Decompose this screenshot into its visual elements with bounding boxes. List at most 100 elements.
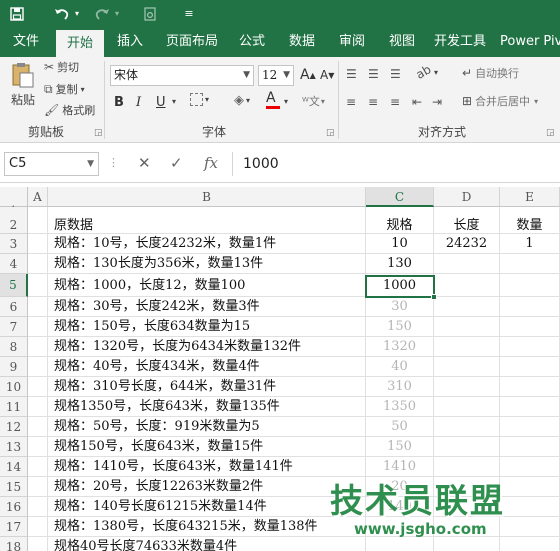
cell-e10[interactable] xyxy=(500,377,560,397)
cell-e11[interactable] xyxy=(500,397,560,417)
increase-indent-button[interactable]: ⇥ xyxy=(432,95,445,109)
row-header[interactable]: 6 xyxy=(0,297,28,317)
align-right-button[interactable]: ≡ xyxy=(390,95,403,109)
cell-e8[interactable] xyxy=(500,337,560,357)
row-header[interactable]: 12 xyxy=(0,417,28,437)
name-box[interactable]: C5 ▼ xyxy=(4,152,99,176)
cell-b11[interactable]: 规格1350号，长度643米，数量135件 xyxy=(48,397,366,417)
cell-d10[interactable] xyxy=(434,377,500,397)
cell-e16[interactable] xyxy=(500,497,560,517)
cell-a14[interactable] xyxy=(28,457,48,477)
paste-button[interactable]: 粘贴 xyxy=(8,61,38,108)
cut-button[interactable]: ✂ 剪切 xyxy=(44,59,79,75)
cell-e18[interactable] xyxy=(500,537,560,551)
cell-a11[interactable] xyxy=(28,397,48,417)
tab-power-pivot[interactable]: Power Piv xyxy=(500,27,560,57)
customize-icon[interactable]: ≡ xyxy=(182,0,196,27)
cell-e14[interactable] xyxy=(500,457,560,477)
font-color-button[interactable]: A xyxy=(266,91,280,109)
redo-icon[interactable] xyxy=(92,0,112,27)
tab-insert[interactable]: 插入 xyxy=(108,27,152,57)
cell-b6[interactable]: 规格：30号，长度242米，数量3件 xyxy=(48,297,366,317)
row-header[interactable]: 14 xyxy=(0,457,28,477)
insert-function-icon[interactable]: fx xyxy=(204,154,218,172)
cell-d3[interactable]: 24232 xyxy=(434,234,500,254)
cell-e3[interactable]: 1 xyxy=(500,234,560,254)
align-left-button[interactable]: ≡ xyxy=(346,95,359,109)
cell-e13[interactable] xyxy=(500,437,560,457)
cell-b17[interactable]: 规格：1380号，长度643215米，数量138件 xyxy=(48,517,366,537)
cell-e2[interactable]: 数量 xyxy=(500,207,560,234)
cell-b14[interactable]: 规格：1410号，长度643米，数量141件 xyxy=(48,457,366,477)
alignment-launcher-icon[interactable]: ◲ xyxy=(546,128,555,138)
tab-page-layout[interactable]: 页面布局 xyxy=(160,27,224,57)
row-header[interactable]: 5 xyxy=(0,274,28,297)
cell-c18[interactable] xyxy=(366,537,434,551)
tab-data[interactable]: 数据 xyxy=(280,27,324,57)
align-top-button[interactable]: ☰ xyxy=(346,67,360,81)
grow-font-button[interactable]: A ▲ xyxy=(300,67,316,83)
cell-d2[interactable]: 长度 xyxy=(434,207,500,234)
cell-a15[interactable] xyxy=(28,477,48,497)
copy-dropdown-icon[interactable]: ▾ xyxy=(81,85,85,94)
copy-button[interactable]: ⧉ 复制 ▾ xyxy=(44,81,85,97)
align-middle-button[interactable]: ☰ xyxy=(368,67,382,81)
print-preview-icon[interactable] xyxy=(140,0,160,27)
undo-icon[interactable] xyxy=(52,0,72,27)
shrink-font-button[interactable]: A ▼ xyxy=(320,68,334,82)
cell-a10[interactable] xyxy=(28,377,48,397)
column-header-e[interactable]: E xyxy=(500,187,560,207)
bold-button[interactable]: B xyxy=(114,95,124,110)
cell-c10[interactable]: 310 xyxy=(366,377,434,397)
cell-a3[interactable] xyxy=(28,234,48,254)
cell-a17[interactable] xyxy=(28,517,48,537)
cell-a9[interactable] xyxy=(28,357,48,377)
cell-d9[interactable] xyxy=(434,357,500,377)
align-center-button[interactable]: ≡ xyxy=(368,95,381,109)
cell-c6[interactable]: 30 xyxy=(366,297,434,317)
cell-a8[interactable] xyxy=(28,337,48,357)
cell-d6[interactable] xyxy=(434,297,500,317)
borders-button[interactable]: ▾ xyxy=(190,93,209,106)
font-name-select[interactable]: 宋体 ▼ xyxy=(110,65,254,86)
save-icon[interactable] xyxy=(6,0,28,27)
more-options-icon[interactable]: ⋮ xyxy=(108,156,119,169)
cell-c4[interactable]: 130 xyxy=(366,254,434,274)
cancel-icon[interactable]: ✕ xyxy=(138,154,151,172)
cell-d11[interactable] xyxy=(434,397,500,417)
row-header[interactable]: 10 xyxy=(0,377,28,397)
align-bottom-button[interactable]: ☰ xyxy=(390,67,404,81)
cell-a6[interactable] xyxy=(28,297,48,317)
merge-center-button[interactable]: ⊞ 合并后居中 ▾ xyxy=(462,93,538,109)
cell-c12[interactable]: 50 xyxy=(366,417,434,437)
font-launcher-icon[interactable]: ◲ xyxy=(326,128,335,138)
cell-c11[interactable]: 1350 xyxy=(366,397,434,417)
tab-review[interactable]: 审阅 xyxy=(330,27,374,57)
cell-a18[interactable] xyxy=(28,537,48,551)
cell-d12[interactable] xyxy=(434,417,500,437)
select-all-corner[interactable] xyxy=(0,187,28,207)
cell-e7[interactable] xyxy=(500,317,560,337)
cell-b18[interactable]: 规格40号长度74633米数量4件 xyxy=(48,537,366,551)
cell-c9[interactable]: 40 xyxy=(366,357,434,377)
cell-b9[interactable]: 规格：40号，长度434米，数量4件 xyxy=(48,357,366,377)
confirm-icon[interactable]: ✓ xyxy=(170,154,183,172)
cell-a4[interactable] xyxy=(28,254,48,274)
cell-b5[interactable]: 规格：1000，长度12，数量100 xyxy=(48,274,366,297)
cell-a12[interactable] xyxy=(28,417,48,437)
cell-b15[interactable]: 规格：20号，长度12263米数量2件 xyxy=(48,477,366,497)
cell-c7[interactable]: 150 xyxy=(366,317,434,337)
tab-formulas[interactable]: 公式 xyxy=(230,27,274,57)
italic-button[interactable]: I xyxy=(136,95,141,110)
cell-d13[interactable] xyxy=(434,437,500,457)
row-header[interactable]: 11 xyxy=(0,397,28,417)
row-header[interactable]: 17 xyxy=(0,517,28,537)
cell-a16[interactable] xyxy=(28,497,48,517)
cell-e9[interactable] xyxy=(500,357,560,377)
row-header[interactable]: 3 xyxy=(0,234,28,254)
column-header-c[interactable]: C xyxy=(366,187,434,207)
row-header[interactable]: 18 xyxy=(0,537,28,551)
cell-e17[interactable] xyxy=(500,517,560,537)
cell-b3[interactable]: 规格：10号，长度24232米，数量1件 xyxy=(48,234,366,254)
cell-a5[interactable] xyxy=(28,274,48,297)
